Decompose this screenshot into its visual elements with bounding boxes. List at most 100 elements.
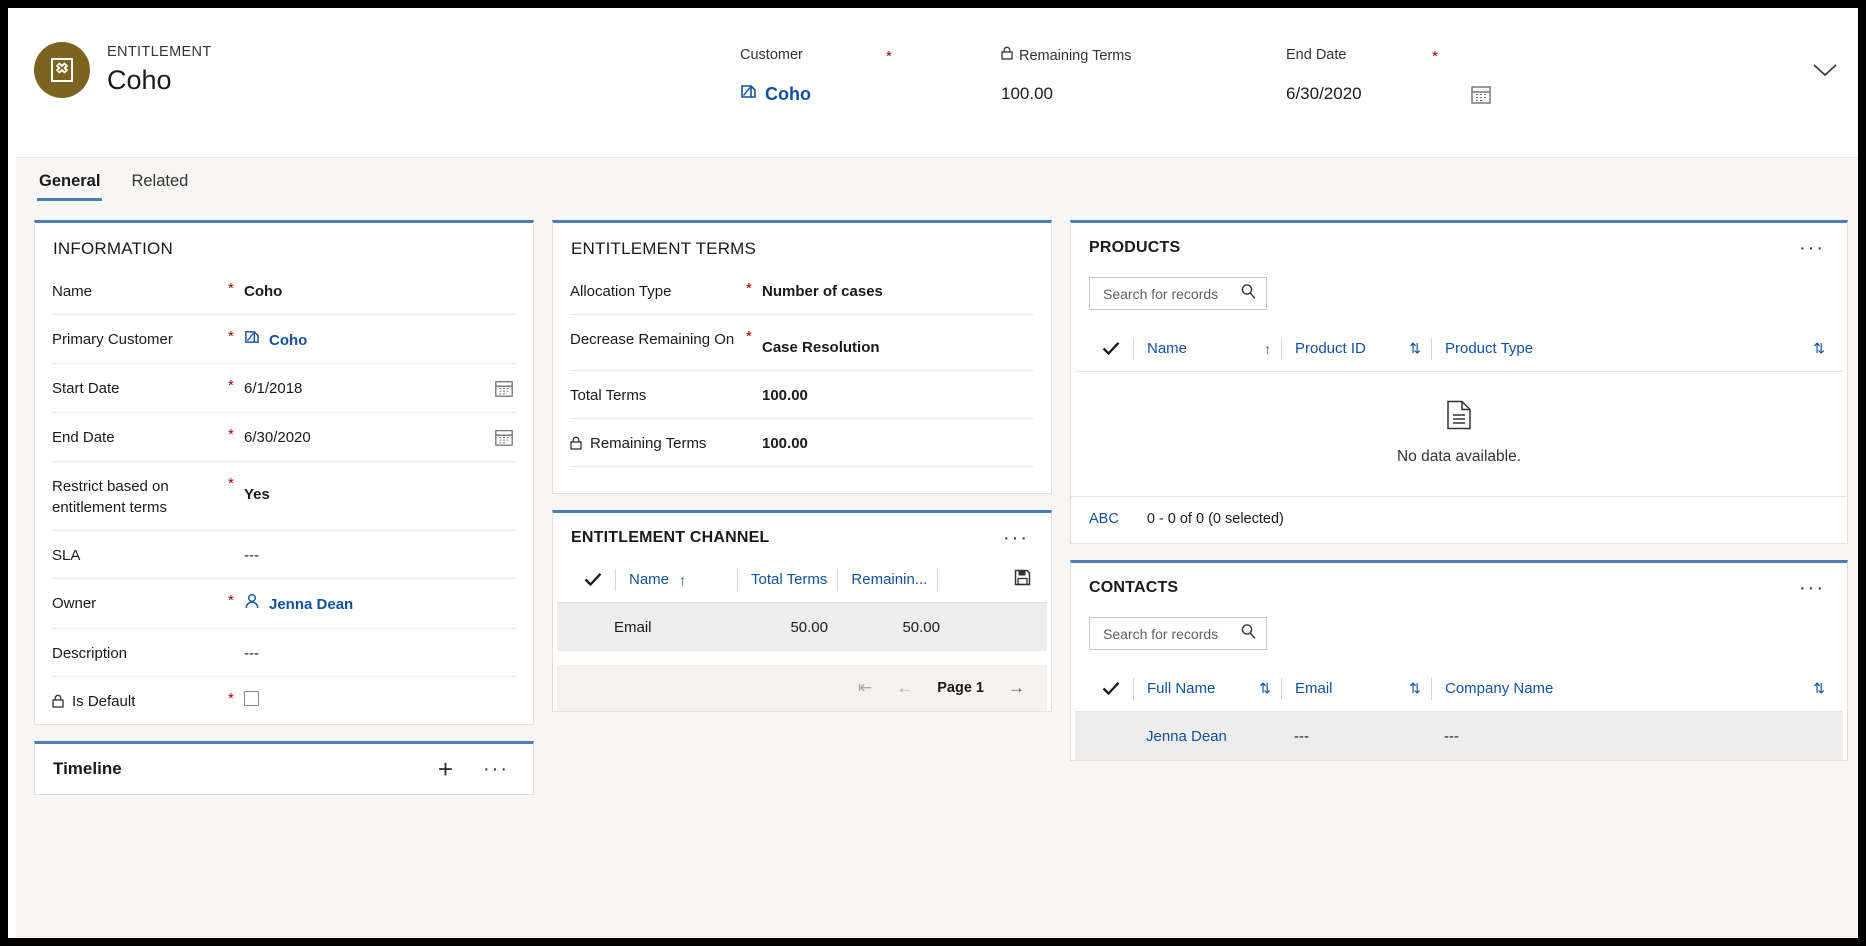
person-icon bbox=[244, 593, 260, 616]
required-marker: * bbox=[228, 328, 234, 345]
lock-icon bbox=[52, 693, 66, 709]
field-row-remaining-terms: Remaining Terms 100.00 bbox=[570, 419, 1034, 467]
header-field-end-date: End Date * 6/30/2020 bbox=[1286, 46, 1526, 105]
column-header-company-name[interactable]: Company Name ⇅ bbox=[1431, 677, 1835, 700]
sort-none-icon: ⇅ bbox=[1813, 340, 1825, 356]
column-header-full-name[interactable]: Full Name ⇅ bbox=[1133, 677, 1281, 700]
column-right: PRODUCTS ··· Search for records Name ↑ P… bbox=[1070, 220, 1848, 761]
customer-link-text[interactable]: Coho bbox=[765, 84, 811, 105]
search-input[interactable] bbox=[1101, 624, 1231, 643]
page-title: Coho bbox=[107, 65, 172, 95]
account-icon bbox=[740, 83, 757, 105]
header-field-end-date-value[interactable]: 6/30/2020 bbox=[1286, 84, 1362, 104]
page-label: Page 1 bbox=[937, 680, 984, 696]
entitlement-channel-grid-header: Name ↑ Total Terms Remainin... bbox=[557, 557, 1047, 603]
field-value-primary-customer[interactable]: Coho bbox=[244, 329, 516, 351]
search-icon[interactable] bbox=[1240, 623, 1257, 645]
header-field-customer-value[interactable]: Coho bbox=[740, 83, 811, 105]
field-value-sla[interactable]: --- bbox=[244, 545, 516, 566]
plus-icon[interactable]: + bbox=[438, 756, 453, 782]
field-label: Description bbox=[52, 645, 128, 662]
required-marker: * bbox=[746, 328, 752, 345]
page-first-icon[interactable]: ⇤ bbox=[858, 678, 872, 698]
column-header-email[interactable]: Email ⇅ bbox=[1281, 677, 1431, 700]
select-all-icon[interactable] bbox=[1089, 341, 1133, 356]
chevron-down-icon[interactable] bbox=[1810, 60, 1842, 84]
ellipsis-icon[interactable]: ··· bbox=[999, 528, 1033, 548]
search-input[interactable] bbox=[1101, 284, 1231, 303]
required-marker: * bbox=[886, 48, 892, 65]
column-header-name[interactable]: Name ↑ bbox=[615, 568, 737, 591]
sort-asc-icon: ↑ bbox=[679, 571, 687, 588]
field-value-restrict[interactable]: Yes bbox=[244, 476, 516, 505]
tab-related[interactable]: Related bbox=[129, 172, 190, 201]
products-grid-header: Name ↑ Product ID ⇅ Product Type ⇅ bbox=[1075, 326, 1843, 372]
alpha-index-button[interactable]: ABC bbox=[1089, 511, 1119, 527]
column-header-total-terms[interactable]: Total Terms bbox=[737, 568, 837, 591]
form-body: INFORMATION Name * Coho Primary Customer… bbox=[16, 220, 1858, 938]
ellipsis-icon[interactable]: ··· bbox=[1795, 238, 1829, 258]
calendar-icon[interactable] bbox=[494, 378, 516, 400]
ellipsis-icon[interactable]: ··· bbox=[479, 759, 513, 779]
required-marker: * bbox=[228, 475, 234, 492]
column-header-name[interactable]: Name ↑ bbox=[1133, 337, 1281, 360]
calendar-icon[interactable] bbox=[494, 427, 516, 449]
field-value-allocation-type[interactable]: Number of cases bbox=[762, 281, 1034, 302]
products-header: PRODUCTS ··· bbox=[1071, 223, 1847, 267]
is-default-checkbox[interactable] bbox=[244, 691, 259, 706]
cell-full-name[interactable]: Jenna Dean bbox=[1133, 728, 1281, 745]
page-next-icon[interactable]: → bbox=[1008, 678, 1025, 698]
field-label: SLA bbox=[52, 547, 81, 564]
entitlement-channel-header: ENTITLEMENT CHANNEL ··· bbox=[553, 513, 1051, 557]
field-label: Start Date bbox=[52, 380, 120, 397]
field-row-sla: SLA --- bbox=[52, 531, 516, 579]
field-value-total-terms[interactable]: 100.00 bbox=[762, 385, 1034, 406]
field-value-description[interactable]: --- bbox=[244, 643, 516, 664]
field-row-start-date: Start Date * 6/1/2018 bbox=[52, 364, 516, 413]
products-search[interactable] bbox=[1089, 277, 1267, 310]
page-prev-icon[interactable]: ← bbox=[896, 678, 913, 698]
products-footer: ABC 0 - 0 of 0 (0 selected) bbox=[1071, 496, 1847, 543]
field-row-restrict-based-on-entitlement-terms: Restrict based on entitlement terms * Ye… bbox=[52, 462, 516, 531]
select-all-icon[interactable] bbox=[571, 572, 615, 587]
record-header: ENTITLEMENT Coho Customer * Coho Remaini… bbox=[16, 16, 1858, 158]
field-value-end-date[interactable]: 6/30/2020 bbox=[244, 427, 494, 448]
record-type-label: ENTITLEMENT bbox=[107, 44, 212, 60]
primary-customer-link-text[interactable]: Coho bbox=[269, 330, 307, 351]
column-left: INFORMATION Name * Coho Primary Customer… bbox=[34, 220, 534, 795]
field-label: Primary Customer bbox=[52, 331, 173, 348]
lock-icon bbox=[570, 435, 584, 451]
search-icon[interactable] bbox=[1240, 283, 1257, 305]
entitlement-channel-title: ENTITLEMENT CHANNEL bbox=[571, 529, 770, 546]
field-value-decrease-remaining-on[interactable]: Case Resolution bbox=[762, 329, 1034, 358]
table-row[interactable]: Email 50.00 50.00 bbox=[557, 603, 1047, 651]
contacts-search[interactable] bbox=[1089, 617, 1267, 650]
field-value-name[interactable]: Coho bbox=[244, 281, 516, 302]
required-marker: * bbox=[228, 377, 234, 394]
timeline-header: Timeline + ··· bbox=[35, 744, 533, 794]
header-field-end-date-label: End Date bbox=[1286, 47, 1347, 63]
products-empty-message: No data available. bbox=[1396, 448, 1522, 465]
header-field-remaining-terms: Remaining Terms 100.00 bbox=[1001, 46, 1132, 104]
cell-name[interactable]: Email bbox=[601, 619, 723, 636]
owner-link-text[interactable]: Jenna Dean bbox=[269, 594, 353, 615]
calendar-icon[interactable] bbox=[1470, 83, 1492, 105]
field-row-primary-customer: Primary Customer * Coho bbox=[52, 315, 516, 364]
field-label: Restrict based on entitlement terms bbox=[52, 478, 169, 516]
field-value-start-date[interactable]: 6/1/2018 bbox=[244, 378, 494, 399]
column-header-product-id[interactable]: Product ID ⇅ bbox=[1281, 337, 1431, 360]
ellipsis-icon[interactable]: ··· bbox=[1795, 578, 1829, 598]
save-icon[interactable] bbox=[1006, 569, 1039, 591]
sort-asc-icon: ↑ bbox=[1264, 340, 1271, 357]
entitlement-icon bbox=[34, 42, 90, 98]
header-field-remaining-terms-label: Remaining Terms bbox=[1019, 47, 1132, 64]
tab-general[interactable]: General bbox=[37, 172, 103, 201]
sort-none-icon: ⇅ bbox=[1259, 680, 1271, 696]
header-field-customer-label: Customer bbox=[740, 47, 803, 63]
column-header-remaining-terms[interactable]: Remainin... bbox=[837, 568, 937, 591]
select-all-icon[interactable] bbox=[1089, 681, 1133, 696]
table-row[interactable]: Jenna Dean --- --- bbox=[1075, 712, 1843, 760]
field-value-owner[interactable]: Jenna Dean bbox=[244, 593, 516, 616]
entitlement-channel-card: ENTITLEMENT CHANNEL ··· Name ↑ Total Ter… bbox=[552, 510, 1052, 712]
column-header-product-type[interactable]: Product Type ⇅ bbox=[1431, 337, 1835, 360]
